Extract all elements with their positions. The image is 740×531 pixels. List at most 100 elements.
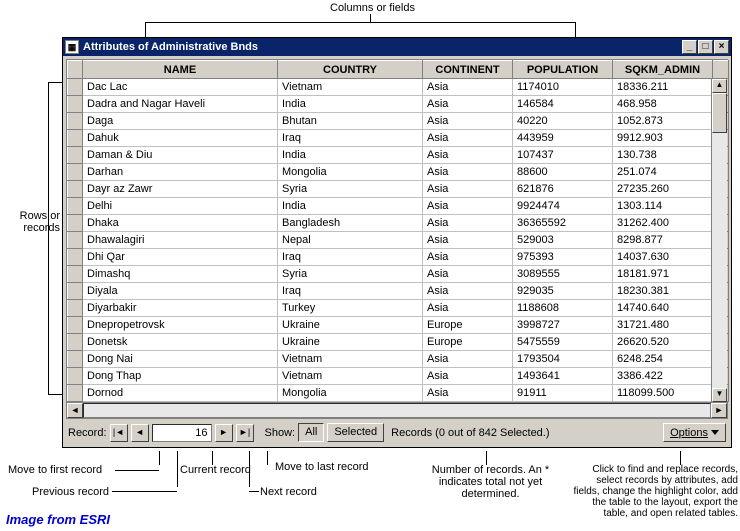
cell-population[interactable]: 5475559	[513, 334, 613, 351]
cell-population[interactable]: 146584	[513, 96, 613, 113]
table-row[interactable]: DonetskUkraineEurope547555926620.520	[68, 334, 729, 351]
cell-name[interactable]: Donetsk	[83, 334, 278, 351]
cell-population[interactable]: 3089555	[513, 266, 613, 283]
cell-name[interactable]: Dong Nai	[83, 351, 278, 368]
cell-population[interactable]: 975393	[513, 249, 613, 266]
cell-continent[interactable]: Asia	[423, 368, 513, 385]
col-header-country[interactable]: COUNTRY	[278, 61, 423, 79]
table-row[interactable]: Dong NaiVietnamAsia17935046248.254	[68, 351, 729, 368]
cell-sqkm[interactable]: 14740.640	[613, 300, 713, 317]
cell-sqkm[interactable]: 468.958	[613, 96, 713, 113]
row-header[interactable]	[68, 164, 83, 181]
scroll-thumb[interactable]	[712, 93, 727, 133]
cell-sqkm[interactable]: 27235.260	[613, 181, 713, 198]
horizontal-scrollbar[interactable]: ◄ ►	[67, 402, 727, 418]
table-row[interactable]: DahukIraqAsia4439599912.903	[68, 130, 729, 147]
row-header[interactable]	[68, 147, 83, 164]
table-row[interactable]: DiyalaIraqAsia92903518230.381	[68, 283, 729, 300]
cell-continent[interactable]: Asia	[423, 198, 513, 215]
row-header[interactable]	[68, 368, 83, 385]
cell-sqkm[interactable]: 6248.254	[613, 351, 713, 368]
row-header[interactable]	[68, 130, 83, 147]
cell-continent[interactable]: Asia	[423, 351, 513, 368]
row-header[interactable]	[68, 96, 83, 113]
cell-continent[interactable]: Europe	[423, 317, 513, 334]
cell-sqkm[interactable]: 14037.630	[613, 249, 713, 266]
table-row[interactable]: DhawalagiriNepalAsia5290038298.877	[68, 232, 729, 249]
cell-country[interactable]: Mongolia	[278, 385, 423, 402]
cell-country[interactable]: Bhutan	[278, 113, 423, 130]
cell-name[interactable]: Darhan	[83, 164, 278, 181]
table-row[interactable]: DiyarbakirTurkeyAsia118860814740.640	[68, 300, 729, 317]
row-header[interactable]	[68, 385, 83, 402]
cell-continent[interactable]: Asia	[423, 130, 513, 147]
show-selected-button[interactable]: Selected	[327, 423, 384, 442]
scroll-up-button[interactable]: ▲	[712, 79, 727, 93]
table-row[interactable]: Dadra and Nagar HaveliIndiaAsia146584468…	[68, 96, 729, 113]
cell-country[interactable]: Vietnam	[278, 368, 423, 385]
cell-continent[interactable]: Asia	[423, 79, 513, 96]
table-row[interactable]: DelhiIndiaAsia99244741303.114	[68, 198, 729, 215]
select-all-corner[interactable]	[68, 61, 83, 79]
row-header[interactable]	[68, 300, 83, 317]
cell-sqkm[interactable]: 9912.903	[613, 130, 713, 147]
row-header[interactable]	[68, 79, 83, 96]
cell-name[interactable]: Daga	[83, 113, 278, 130]
col-header-sqkm[interactable]: SQKM_ADMIN	[613, 61, 713, 79]
row-header[interactable]	[68, 232, 83, 249]
cell-country[interactable]: India	[278, 147, 423, 164]
cell-name[interactable]: Dayr az Zawr	[83, 181, 278, 198]
row-header[interactable]	[68, 198, 83, 215]
cell-sqkm[interactable]: 31721.480	[613, 317, 713, 334]
cell-name[interactable]: Dornod	[83, 385, 278, 402]
current-record-input[interactable]: 16	[152, 424, 212, 442]
cell-continent[interactable]: Asia	[423, 96, 513, 113]
cell-continent[interactable]: Asia	[423, 385, 513, 402]
next-record-button[interactable]: ►	[215, 424, 233, 442]
cell-population[interactable]: 929035	[513, 283, 613, 300]
scroll-left-button[interactable]: ◄	[67, 403, 83, 418]
cell-population[interactable]: 1493641	[513, 368, 613, 385]
cell-continent[interactable]: Asia	[423, 113, 513, 130]
row-header[interactable]	[68, 283, 83, 300]
cell-sqkm[interactable]: 3386.422	[613, 368, 713, 385]
row-header[interactable]	[68, 249, 83, 266]
vertical-scrollbar[interactable]: ▲ ▼	[711, 79, 727, 402]
cell-population[interactable]: 40220	[513, 113, 613, 130]
cell-name[interactable]: Dhawalagiri	[83, 232, 278, 249]
cell-name[interactable]: Delhi	[83, 198, 278, 215]
scroll-right-button[interactable]: ►	[711, 403, 727, 418]
cell-name[interactable]: Daman & Diu	[83, 147, 278, 164]
col-header-continent[interactable]: CONTINENT	[423, 61, 513, 79]
cell-country[interactable]: India	[278, 96, 423, 113]
cell-sqkm[interactable]: 8298.877	[613, 232, 713, 249]
cell-population[interactable]: 529003	[513, 232, 613, 249]
cell-country[interactable]: Bangladesh	[278, 215, 423, 232]
cell-name[interactable]: Dhaka	[83, 215, 278, 232]
cell-sqkm[interactable]: 118099.500	[613, 385, 713, 402]
table-row[interactable]: Dong ThapVietnamAsia14936413386.422	[68, 368, 729, 385]
cell-sqkm[interactable]: 26620.520	[613, 334, 713, 351]
table-row[interactable]: DnepropetrovskUkraineEurope399872731721.…	[68, 317, 729, 334]
cell-continent[interactable]: Asia	[423, 249, 513, 266]
cell-country[interactable]: India	[278, 198, 423, 215]
cell-continent[interactable]: Asia	[423, 215, 513, 232]
cell-sqkm[interactable]: 18181.971	[613, 266, 713, 283]
table-row[interactable]: DimashqSyriaAsia308955518181.971	[68, 266, 729, 283]
prev-record-button[interactable]: ◄	[131, 424, 149, 442]
cell-name[interactable]: Dac Lac	[83, 79, 278, 96]
table-row[interactable]: Dayr az ZawrSyriaAsia62187627235.260	[68, 181, 729, 198]
cell-name[interactable]: Dadra and Nagar Haveli	[83, 96, 278, 113]
cell-name[interactable]: Dnepropetrovsk	[83, 317, 278, 334]
cell-population[interactable]: 443959	[513, 130, 613, 147]
cell-population[interactable]: 91911	[513, 385, 613, 402]
cell-country[interactable]: Iraq	[278, 249, 423, 266]
cell-name[interactable]: Diyala	[83, 283, 278, 300]
show-all-button[interactable]: All	[298, 423, 324, 442]
row-header[interactable]	[68, 317, 83, 334]
cell-sqkm[interactable]: 251.074	[613, 164, 713, 181]
last-record-button[interactable]: ►|	[236, 424, 254, 442]
row-header[interactable]	[68, 215, 83, 232]
table-row[interactable]: Dac LacVietnamAsia117401018336.211	[68, 79, 729, 96]
cell-population[interactable]: 621876	[513, 181, 613, 198]
